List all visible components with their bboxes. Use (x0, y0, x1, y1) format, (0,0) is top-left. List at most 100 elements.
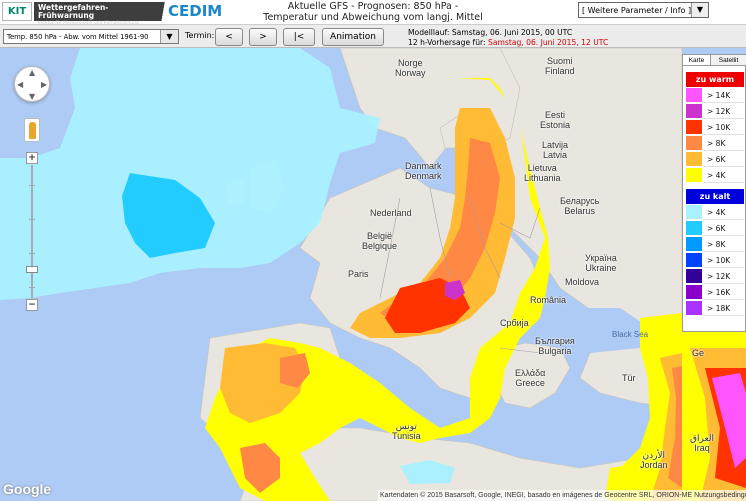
legend-swatch (686, 168, 702, 183)
map-layer (0, 48, 746, 501)
label-latvija: Latvija (542, 140, 569, 150)
zoom-out-button[interactable]: − (26, 299, 38, 311)
label-lietuva: Lietuva (527, 163, 557, 173)
zoom-tick (29, 287, 35, 288)
cedim-logo[interactable]: CEDIM (168, 1, 226, 22)
legend-row-warm-0: > 14K (686, 88, 744, 104)
zoom-in-button[interactable]: + (26, 152, 38, 164)
label-estonia: Estonia (540, 120, 571, 130)
tab-satellit[interactable]: Satellit (711, 55, 746, 66)
legend-swatch (686, 285, 702, 300)
pan-right-icon[interactable]: ▶ (41, 81, 47, 89)
label-belgie: België (367, 231, 393, 241)
pan-up-icon[interactable]: ▲ (29, 69, 35, 77)
legend-label: > 14K (704, 88, 744, 103)
label-belarus-native: Беларусь (560, 196, 600, 206)
wettergefahren-logo[interactable]: Wettergefahren-Frühwarnung Institut für … (34, 2, 160, 26)
pan-control[interactable]: ▲ ◀ ▶ ▼ (14, 66, 50, 102)
label-eesti: Eesti (545, 110, 566, 120)
map-copyright[interactable]: Kartendaten © 2015 Basarsoft, Google, IN… (378, 490, 746, 501)
model-run-info: Modelllauf: Samstag, 06. Juni 2015, 00 U… (408, 28, 608, 48)
zoom-tick (29, 219, 35, 220)
label-georgia: Ge (692, 348, 705, 358)
map-label-latvija: Latvija Latvia (542, 140, 568, 160)
label-latvia: Latvia (542, 150, 568, 160)
legend-row-cold-0: > 4K (686, 205, 744, 221)
legend-row-cold-5: > 16K (686, 285, 744, 301)
parameter-select[interactable]: [ Weitere Parameter / Info ] ▼ (578, 2, 709, 18)
label-belgique: Belgique (362, 241, 398, 251)
label-greece-native: Ελλάδα (515, 368, 546, 378)
first-step-button[interactable]: |< (283, 28, 315, 46)
legend-label: > 8K (704, 237, 744, 252)
legend-label: > 18K (704, 301, 744, 316)
map-type-tabs: Karte Satellit (683, 55, 746, 66)
map-label-bulgaria: България Bulgaria (535, 336, 575, 356)
legend-label: > 8K (704, 136, 744, 151)
label-tunisia: Tunisia (392, 431, 421, 441)
map-canvas[interactable]: Norge Norway Suomi Finland Eesti Estonia La… (0, 48, 746, 501)
legend-label: > 10K (704, 120, 744, 135)
street-view-pegman-icon[interactable] (24, 118, 40, 142)
label-ukraine: Ukraine (585, 263, 617, 273)
map-label-danmark: Danmark Denmark (405, 161, 442, 181)
page-title: Aktuelle GFS - Prognosen: 850 hPa - Temp… (258, 1, 488, 23)
label-black-sea: Black Sea (612, 330, 649, 339)
label-norway: Norway (395, 68, 426, 78)
legend-swatch (686, 205, 702, 220)
legend-swatch (686, 88, 702, 103)
wettergefahren-logo-title: Wettergefahren-Frühwarnung (38, 3, 109, 20)
pan-left-icon[interactable]: ◀ (17, 81, 23, 89)
legend-label: > 16K (704, 285, 744, 300)
chevron-down-icon: ▼ (691, 3, 708, 17)
legend-row-cold-3: > 10K (686, 253, 744, 269)
map-label-suomi: Suomi Finland (545, 56, 575, 76)
legend-label: > 6K (704, 221, 744, 236)
legend-row-cold-4: > 12K (686, 269, 744, 285)
termin-label: Termin: (185, 31, 215, 40)
map-label-georgia: Ge (692, 348, 704, 358)
map-label-greece: Ελλάδα Greece (515, 368, 545, 388)
forecast-label: 12 h-Vorhersage für: (408, 38, 486, 47)
label-suomi: Suomi (547, 56, 573, 66)
toolbar: Temp. 850 hPa - Abw. vom Mittel 1961-90 … (0, 24, 746, 48)
label-romania: România (530, 295, 567, 305)
label-srbija: Србија (500, 318, 529, 328)
label-nederland: Nederland (370, 208, 412, 218)
label-moldova: Moldova (565, 277, 600, 287)
next-step-button[interactable]: > (249, 28, 277, 46)
cedim-logo-text: CEDIM (168, 2, 223, 20)
tab-karte[interactable]: Karte (683, 55, 711, 66)
animation-button[interactable]: Animation (322, 28, 384, 46)
legend-row-warm-2: > 10K (686, 120, 744, 136)
previous-step-button[interactable]: < (215, 28, 243, 46)
model-run-label: Modelllauf: Samstag, 06. Juni 2015, 00 U… (408, 28, 573, 37)
legend-row-cold-2: > 8K (686, 237, 744, 253)
zoom-slider-thumb[interactable] (26, 266, 38, 273)
legend-swatch (686, 237, 702, 252)
product-select[interactable]: Temp. 850 hPa - Abw. vom Mittel 1961-90 … (3, 29, 179, 44)
pan-down-icon[interactable]: ▼ (29, 93, 35, 101)
label-jordan-native: الأردن (642, 450, 666, 460)
google-logo[interactable]: Google (3, 481, 51, 497)
legend-label: > 4K (704, 205, 744, 220)
map-label-norge: Norge Norway (395, 58, 426, 78)
zoom-tick (29, 185, 35, 186)
app-window: KIT Wettergefahren-Frühwarnung Institut … (0, 0, 746, 501)
label-norge: Norge (398, 58, 423, 68)
label-greece: Greece (515, 378, 545, 388)
zoom-tick (29, 253, 35, 254)
map-label-srbija: Србија (500, 318, 529, 328)
legend-swatch (686, 301, 702, 316)
legend-swatch (686, 152, 702, 167)
chevron-down-icon: ▼ (160, 30, 178, 43)
map-label-moldova: Moldova (565, 277, 599, 287)
map-label-paris: Paris (348, 269, 369, 279)
label-belarus: Belarus (564, 206, 595, 216)
map-label-jordan: الأردن Jordan (640, 450, 668, 470)
legend-row-warm-4: > 6K (686, 152, 744, 168)
page-title-line1: Aktuelle GFS - Prognosen: 850 hPa - (287, 1, 459, 12)
header: KIT Wettergefahren-Frühwarnung Institut … (0, 0, 746, 26)
kit-logo[interactable]: KIT (2, 2, 32, 21)
parameter-select-value: [ Weitere Parameter / Info ] (582, 6, 692, 15)
